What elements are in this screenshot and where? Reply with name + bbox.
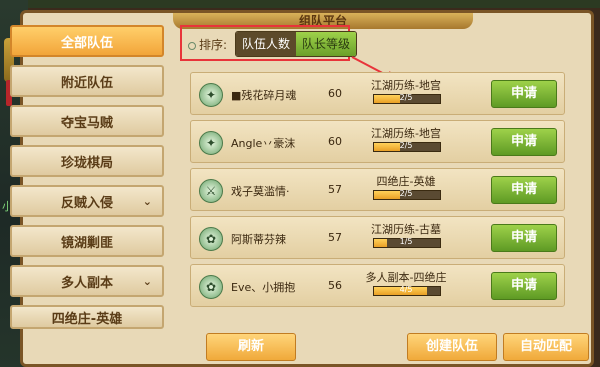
nav-item-label: 全部队伍: [60, 35, 113, 51]
apply-button[interactable]: 申请: [491, 80, 557, 108]
nav-item-label: 珍珑棋局: [60, 155, 113, 171]
nav-item[interactable]: 反贼入侵 ⌄: [10, 185, 164, 217]
activity-name: 江湖历练-古墓: [371, 223, 441, 236]
member-count: 2/5: [399, 141, 413, 150]
team-row: ✿ Eve、小拥抱 56 多人副本-四绝庄 4/5 申请: [190, 264, 565, 307]
team-type-icon: ✿: [199, 227, 223, 251]
nav-item[interactable]: 附近队伍: [10, 65, 164, 97]
nav-item[interactable]: 珍珑棋局: [10, 145, 164, 177]
apply-button[interactable]: 申请: [491, 224, 557, 252]
nav-item-label: 镜湖剿匪: [60, 235, 113, 251]
activity-name: 江湖历练-地宫: [371, 127, 441, 140]
member-count: 1/5: [399, 237, 413, 246]
radio-dot-icon: [188, 41, 196, 50]
team-type-icon: ✦: [199, 83, 223, 107]
member-count: 2/5: [399, 189, 413, 198]
nav-item-label: 夺宝马贼: [60, 115, 113, 131]
team-row: ⚔ 戏子莫滥情· 57 四绝庄-英雄 2/5 申请: [190, 168, 565, 211]
sort-option-team-size[interactable]: 队伍人数: [236, 32, 297, 56]
sort-option-leader-level[interactable]: 队长等级: [296, 32, 357, 56]
activity-name: 四绝庄-英雄: [376, 175, 436, 188]
nav-item-label: 多人副本: [60, 275, 113, 291]
nav-item[interactable]: 镜湖剿匪: [10, 225, 164, 257]
leader-level: 56: [328, 279, 342, 292]
leader-name: ■残花碎月魂: [231, 89, 297, 102]
activity-name: 江湖历练-地宫: [371, 79, 441, 92]
leader-name: 戏子莫滥情·: [231, 185, 290, 198]
team-type-icon: ✦: [199, 131, 223, 155]
member-count: 2/5: [399, 93, 413, 102]
create-team-button[interactable]: 创建队伍: [407, 333, 497, 361]
sort-label-text: 排序:: [199, 38, 228, 52]
chevron-down-icon[interactable]: ⌄: [143, 275, 152, 288]
nav-item-label: 附近队伍: [60, 75, 113, 91]
team-type-icon: ⚔: [199, 179, 223, 203]
team-row: ✿ 阿斯蒂芬辣 57 江湖历练-古墓 1/5 申请: [190, 216, 565, 259]
nav-item[interactable]: 夺宝马贼: [10, 105, 164, 137]
leader-level: 60: [328, 87, 342, 100]
leader-level: 57: [328, 231, 342, 244]
leader-name: Eve、小拥抱: [231, 281, 296, 294]
team-row: ✦ Angle丷豪沫 60 江湖历练-地宫 2/5 申请: [190, 120, 565, 163]
chevron-down-icon[interactable]: ⌄: [143, 195, 152, 208]
apply-button[interactable]: 申请: [491, 128, 557, 156]
team-list: ✦ ■残花碎月魂 60 江湖历练-地宫 2/5 申请 ✦ Angle丷豪沫 60 江湖历练-地宫 2…: [190, 72, 575, 310]
category-nav: 全部队伍附近队伍夺宝马贼珍珑棋局反贼入侵 ⌄ 镜湖剿匪多人副本 ⌄ 四绝庄-英雄: [10, 25, 168, 337]
leader-name: 阿斯蒂芬辣: [231, 233, 286, 246]
team-type-icon: ✿: [199, 275, 223, 299]
leader-name: Angle丷豪沫: [231, 137, 296, 150]
nav-item[interactable]: 多人副本 ⌄: [10, 265, 164, 297]
leader-level: 60: [328, 135, 342, 148]
nav-item[interactable]: 四绝庄-英雄: [10, 305, 164, 329]
leader-level: 57: [328, 183, 342, 196]
nav-item-label: 反贼入侵: [60, 195, 113, 211]
activity-name: 多人副本-四绝庄: [365, 271, 447, 284]
team-row: ✦ ■残花碎月魂 60 江湖历练-地宫 2/5 申请: [190, 72, 565, 115]
refresh-button[interactable]: 刷新: [206, 333, 296, 361]
sort-label: 排序:: [188, 36, 227, 53]
nav-item-label: 四绝庄-英雄: [51, 311, 123, 327]
top-strip: [0, 0, 600, 8]
apply-button[interactable]: 申请: [491, 272, 557, 300]
nav-item[interactable]: 全部队伍: [10, 25, 164, 57]
apply-button[interactable]: 申请: [491, 176, 557, 204]
sort-toggle-group: 队伍人数 队长等级: [235, 31, 358, 57]
auto-match-button[interactable]: 自动匹配: [503, 333, 589, 361]
member-count: 4/5: [399, 285, 413, 294]
